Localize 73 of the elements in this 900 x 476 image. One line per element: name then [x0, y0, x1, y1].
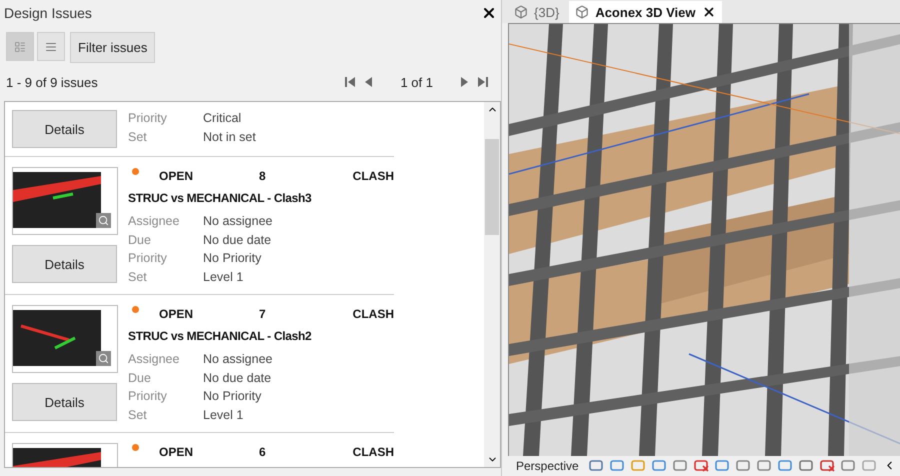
toolbar-icon[interactable] — [798, 459, 814, 472]
issue-number: 6 — [259, 445, 267, 459]
menu-lines-icon — [45, 40, 57, 52]
field-value: No due date — [203, 370, 272, 385]
issue-title: STRUC vs MECHANICAL - Clash3 — [128, 191, 312, 205]
toolbar-icon[interactable] — [714, 459, 730, 472]
page-indicator: 1 of 1 — [400, 74, 433, 90]
issue-count: 1 - 9 of 9 issues — [6, 74, 98, 90]
issue-number: 8 — [259, 169, 267, 183]
view-tab[interactable]: Aconex 3D View — [569, 1, 722, 23]
field-label: Set — [128, 270, 148, 284]
last-page-icon[interactable] — [477, 76, 489, 88]
issue-type: CLASH — [352, 445, 394, 459]
status-dot — [132, 306, 139, 312]
list-view-button[interactable] — [37, 32, 65, 61]
details-button[interactable]: Details — [12, 383, 117, 421]
field-label: Assignee — [128, 352, 180, 366]
issue-status: OPEN — [159, 445, 194, 459]
building-facade-3d-drawing[interactable] — [508, 23, 900, 456]
issue-type: CLASH — [352, 307, 394, 321]
card-view-button[interactable] — [6, 32, 34, 61]
close-icon[interactable] — [702, 5, 716, 19]
field-value: No assignee — [203, 352, 272, 366]
field-label: Priority — [128, 389, 168, 404]
issue-status: OPEN — [159, 307, 194, 321]
scrollbar[interactable] — [484, 102, 500, 467]
status-dot — [132, 444, 139, 450]
field-label: Set — [128, 408, 148, 422]
toolbar-icon[interactable] — [610, 459, 625, 472]
toolbar-icon[interactable] — [820, 459, 835, 472]
toolbar-icon[interactable] — [694, 459, 709, 472]
field-value: No assignee — [203, 214, 272, 228]
toolbar-icon[interactable] — [862, 459, 877, 472]
issue-status: OPEN — [159, 169, 194, 183]
view-tab[interactable]: {3D} — [508, 1, 566, 23]
field-value: Not in set — [203, 130, 256, 144]
close-icon[interactable] — [481, 5, 497, 21]
toolbar-icon[interactable] — [778, 459, 793, 472]
first-page-icon[interactable] — [344, 76, 356, 88]
field-value: Level 1 — [203, 408, 244, 422]
toolbar-icon[interactable] — [652, 459, 667, 472]
field-value: No Priority — [203, 251, 262, 266]
zoom-icon[interactable] — [96, 213, 111, 228]
zoom-icon[interactable] — [96, 351, 111, 366]
toolbar-icon[interactable] — [756, 459, 772, 472]
field-value: No Priority — [203, 389, 262, 404]
toolbar-icon[interactable] — [630, 459, 646, 472]
panel-title: Design Issues — [4, 5, 92, 21]
issue-number: 7 — [259, 307, 267, 321]
field-value: Critical — [203, 111, 242, 126]
issue-type: CLASH — [352, 169, 394, 183]
toolbar-icon[interactable] — [672, 459, 688, 472]
field-label: Priority — [128, 111, 168, 126]
field-label: Priority — [128, 251, 168, 266]
toolbar-icon[interactable] — [588, 459, 604, 472]
card-list-icon — [14, 40, 26, 52]
issue-title: STRUC vs MECHANICAL - Clash2 — [128, 329, 312, 343]
field-label: Set — [128, 130, 148, 144]
details-button[interactable]: Details — [12, 110, 117, 148]
cube-icon — [514, 5, 528, 19]
toolbar-icon[interactable] — [840, 459, 856, 472]
filter-button[interactable]: Filter issues — [70, 32, 156, 63]
field-value: Level 1 — [203, 270, 244, 284]
cube-icon — [575, 5, 590, 19]
status-dot — [132, 168, 139, 174]
field-label: Assignee — [128, 214, 180, 228]
scrollbar-thumb[interactable] — [485, 139, 499, 235]
field-label: Due — [128, 232, 152, 247]
field-label: Due — [128, 370, 152, 385]
field-value: No due date — [203, 232, 272, 247]
toolbar-icon[interactable] — [736, 459, 751, 472]
details-button[interactable]: Details — [12, 245, 117, 283]
view-mode-label[interactable]: Perspective — [516, 458, 579, 472]
